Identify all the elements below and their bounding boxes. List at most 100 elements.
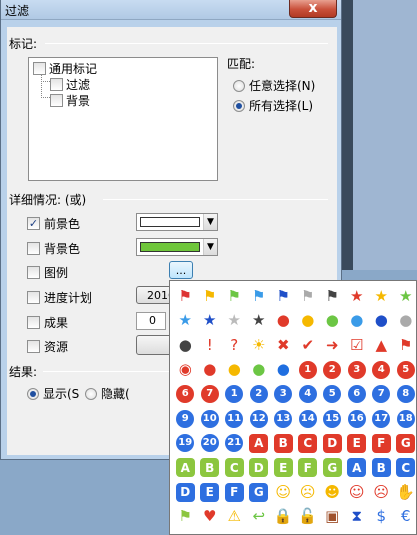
chevron-down-icon[interactable]: ▼ [203,214,217,230]
legend-icon[interactable]: A [345,456,370,481]
legend-icon[interactable]: 🔒 [271,505,296,530]
checkbox[interactable]: ✓ [27,217,40,230]
legend-icon[interactable]: 13 [271,407,296,432]
legend-icon[interactable]: ★ [345,284,370,309]
legend-icon[interactable]: 6 [345,382,370,407]
legend-icon[interactable]: 9 [173,407,198,432]
legend-icon[interactable]: ⚑ [173,284,198,309]
legend-icon[interactable]: A [247,431,272,456]
legend-icon[interactable]: 7 [369,382,394,407]
legend-icon[interactable]: ☺ [271,480,296,505]
radio-button[interactable] [233,79,245,92]
option-foreground[interactable]: ✓ 前景色 [27,215,80,232]
legend-icon[interactable]: ✋ [394,480,417,505]
legend-icon[interactable]: ● [296,309,321,334]
checkbox[interactable] [27,316,40,329]
option-result[interactable]: 成果 [27,314,68,331]
legend-icon[interactable]: C [222,456,247,481]
legend-icon[interactable]: ⚑ [394,333,417,358]
legend-icon[interactable]: ⚑ [271,284,296,309]
legend-icon[interactable]: ● [271,309,296,334]
legend-icon[interactable]: D [320,431,345,456]
title-bar[interactable]: 过滤 x [1,0,341,20]
legend-icon[interactable]: 3 [345,358,370,383]
legend-icon[interactable]: ★ [173,309,198,334]
legend-icon[interactable]: ⚠ [222,505,247,530]
legend-icon[interactable]: ➜ [320,333,345,358]
checkbox[interactable] [27,291,40,304]
option-resource[interactable]: 资源 [27,338,68,355]
legend-icon[interactable]: C [394,456,417,481]
legend-icon[interactable]: ● [247,358,272,383]
legend-icon[interactable]: € [394,505,417,530]
tree-item-general[interactable]: 通用标记 [33,60,97,77]
hide-radio[interactable]: 隐藏( [85,385,130,402]
checkbox[interactable] [50,78,63,91]
legend-icon[interactable]: 15 [320,407,345,432]
legend-icon[interactable]: ● [173,333,198,358]
legend-icon[interactable]: ★ [198,309,223,334]
checkbox[interactable] [33,62,46,75]
legend-icon[interactable]: ● [222,358,247,383]
legend-icon[interactable]: 2 [320,358,345,383]
legend-icon[interactable]: F [296,456,321,481]
checkbox[interactable] [27,242,40,255]
radio-button[interactable] [233,99,245,112]
legend-icon[interactable]: ⧗ [345,505,370,530]
legend-icon[interactable]: 12 [247,407,272,432]
legend-icon[interactable]: A [173,456,198,481]
legend-icon[interactable]: ⚑ [173,505,198,530]
legend-icon[interactable]: ● [198,358,223,383]
legend-icon[interactable]: ☹ [296,480,321,505]
legend-icon[interactable]: ▲ [369,333,394,358]
legend-icon[interactable]: 2 [247,382,272,407]
legend-icon[interactable]: 1 [296,358,321,383]
legend-icon[interactable]: 4 [369,358,394,383]
legend-icon[interactable]: ⚑ [320,284,345,309]
legend-icon[interactable]: ● [394,309,417,334]
legend-icon[interactable]: D [173,480,198,505]
legend-icon[interactable]: 10 [198,407,223,432]
legend-icon[interactable]: ☺ [345,480,370,505]
option-background[interactable]: 背景色 [27,240,80,257]
legend-icon[interactable]: B [198,456,223,481]
foreground-color-select[interactable]: ▼ [136,213,218,231]
close-button[interactable]: x [289,0,337,18]
match-all-radio[interactable]: 所有选择(L) [233,97,313,114]
legend-icon[interactable]: 17 [369,407,394,432]
legend-icon[interactable]: ♥ [198,505,223,530]
legend-icon[interactable]: ▣ [320,505,345,530]
legend-icon[interactable]: G [320,456,345,481]
legend-icon[interactable]: D [247,456,272,481]
chevron-down-icon[interactable]: ▼ [203,239,217,255]
legend-picker-button[interactable]: ... [169,261,193,279]
legend-icon[interactable]: $ [369,505,394,530]
legend-icon[interactable]: ★ [369,284,394,309]
legend-icon[interactable]: 14 [296,407,321,432]
legend-icon[interactable]: 🔓 [296,505,321,530]
radio-button[interactable] [27,387,39,400]
legend-icon-popup[interactable]: ⚑ ⚑ ⚑ ⚑ ⚑ ⚑ ⚑ ★ ★ ★ ★ ★ ★ ★ ● ● ● ● ● ● ●!? ☀ ✖ ✔ ➜ ☑ ▲ ⚑ ◉ ● ● ● ● 1 2 3 4 5… [169,280,417,535]
legend-icon[interactable]: ☀ [247,333,272,358]
legend-icon[interactable]: 19 [173,431,198,456]
legend-icon[interactable]: ⚑ [247,284,272,309]
legend-icon[interactable]: 8 [394,382,417,407]
background-color-select[interactable]: ▼ [136,238,218,256]
legend-icon[interactable]: 5 [320,382,345,407]
legend-icon[interactable]: 7 [198,382,223,407]
legend-icon[interactable]: G [394,431,417,456]
checkbox[interactable] [27,266,40,279]
legend-icon[interactable]: 5 [394,358,417,383]
legend-icon[interactable]: ! [198,333,223,358]
legend-icon[interactable]: 18 [394,407,417,432]
legend-icon[interactable]: E [271,456,296,481]
legend-icon[interactable]: E [345,431,370,456]
legend-icon[interactable]: ★ [247,309,272,334]
option-legend[interactable]: 图例 [27,264,68,281]
tree-item-background[interactable]: 背景 [50,92,90,109]
tag-tree[interactable]: 通用标记 过滤 背景 [28,57,218,181]
legend-icon[interactable]: C [296,431,321,456]
legend-icon[interactable]: ● [345,309,370,334]
legend-icon[interactable]: ? [222,333,247,358]
legend-icon[interactable]: 3 [271,382,296,407]
